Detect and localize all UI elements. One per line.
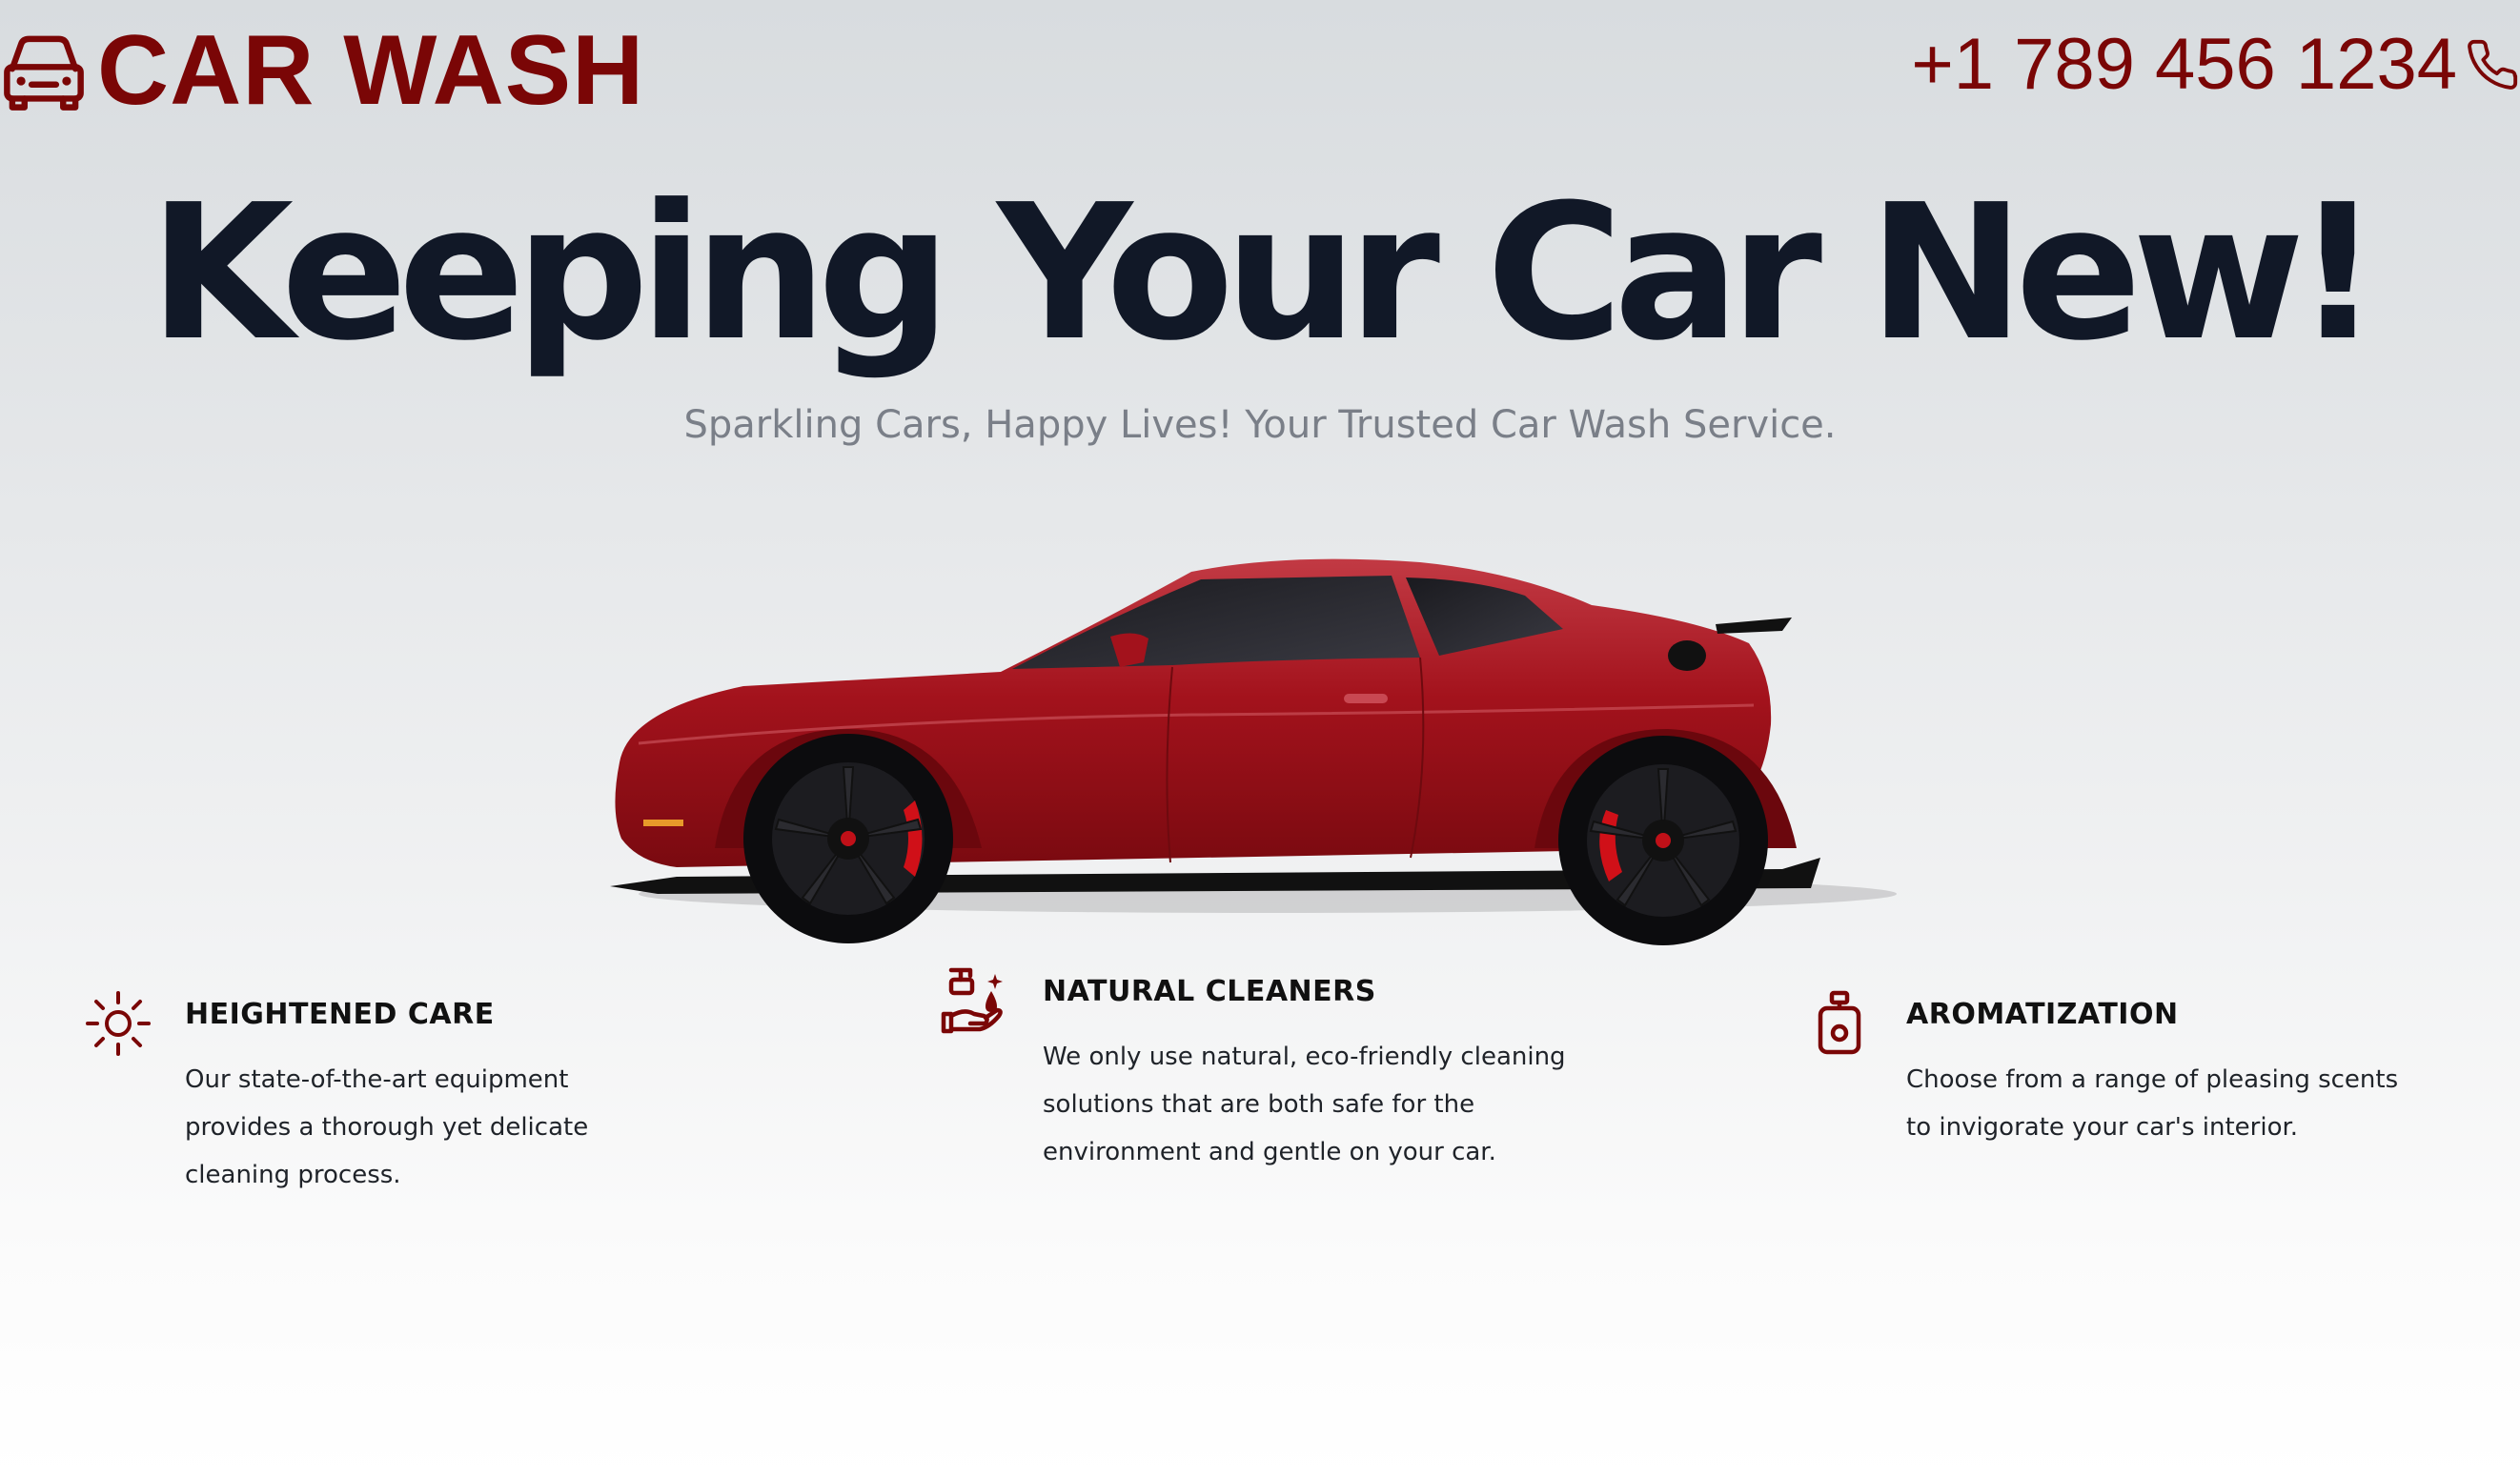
sun-icon [86, 991, 151, 1056]
feature-body: NATURAL CLEANERS We only use natural, ec… [1043, 962, 1576, 1176]
feature-body: HEIGHTENED CARE Our state-of-the-art equ… [185, 985, 681, 1199]
hero-subtitle: Sparkling Cars, Happy Lives! Your Truste… [683, 403, 1837, 447]
hero-title: Keeping Your Car New! [149, 165, 2380, 382]
feature-natural-cleaners: NATURAL CLEANERS We only use natural, ec… [938, 962, 1576, 1176]
feature-description: We only use natural, eco-friendly cleani… [1043, 1043, 1566, 1166]
feature-title: AROMATIZATION [1906, 998, 2179, 1031]
feature-aromatization: AROMATIZATION Choose from a range of ple… [1801, 985, 2402, 1151]
feature-body: AROMATIZATION Choose from a range of ple… [1906, 985, 2402, 1151]
phone-link[interactable]: +1 789 456 1234 [1911, 29, 2520, 101]
feature-title: HEIGHTENED CARE [185, 998, 495, 1031]
perfume-bottle-icon [1818, 990, 1861, 1055]
feature-title: NATURAL CLEANERS [1043, 975, 1376, 1008]
car-icon [4, 35, 84, 111]
brand-name: CAR WASH [97, 15, 645, 126]
feature-heightened-care: HEIGHTENED CARE Our state-of-the-art equ… [80, 985, 681, 1199]
hand-soap-icon [941, 967, 1003, 1034]
car-image [600, 534, 1935, 962]
phone-number: +1 789 456 1234 [1911, 24, 2457, 105]
phone-icon [2468, 39, 2518, 90]
site-header: CAR WASH +1 789 456 1234 [0, 0, 2520, 152]
feature-description: Our state-of-the-art equipment provides … [185, 1065, 589, 1189]
feature-description: Choose from a range of pleasing scents t… [1906, 1065, 2399, 1142]
brand-logo[interactable]: CAR WASH [0, 21, 644, 120]
